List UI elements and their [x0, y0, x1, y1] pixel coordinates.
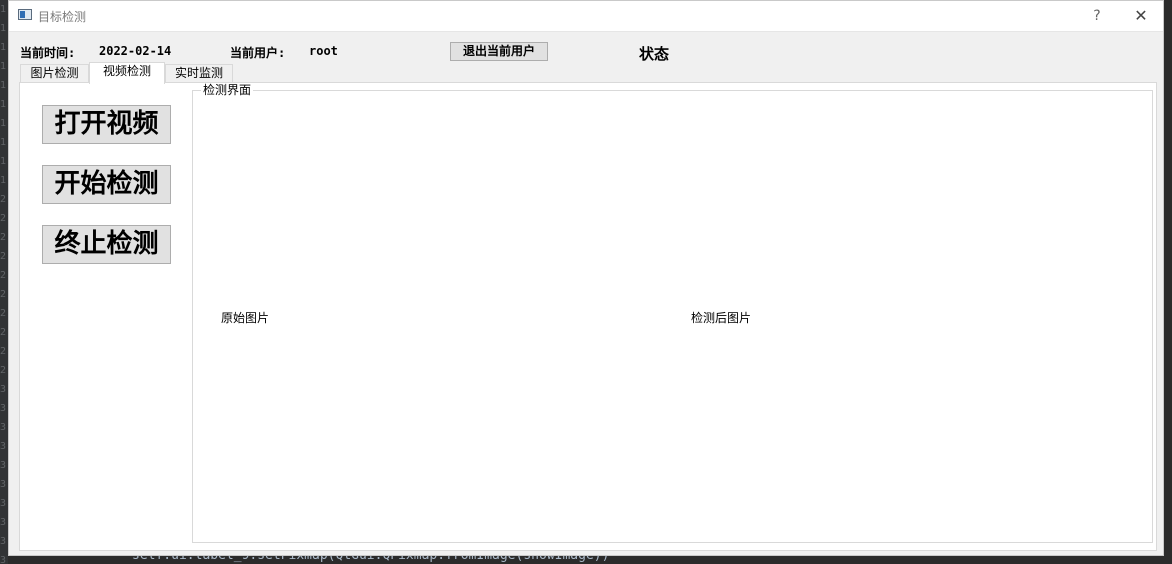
status-label: 状态 — [639, 45, 670, 63]
current-time-label: 当前时间: — [20, 46, 76, 60]
help-icon[interactable]: ? — [1085, 5, 1109, 27]
window-title: 目标检测 — [38, 10, 87, 24]
current-time-value: 2022-02-14 — [99, 44, 172, 58]
tab-image-detection[interactable]: 图片检测 — [20, 64, 89, 83]
editor-gutter: 1111111 1112222 2222223 3333333 33 — [0, 0, 8, 564]
current-user-label: 当前用户: — [230, 46, 286, 60]
tab-realtime-monitoring[interactable]: 实时监测 — [165, 64, 233, 83]
logout-button[interactable]: 退出当前用户 — [450, 42, 548, 61]
start-detection-button[interactable]: 开始检测 — [42, 165, 171, 204]
groupbox-title: 检测界面 — [201, 83, 254, 97]
main-window: 目标检测 ? ✕ 当前时间: 2022-02-14 当前用户: root 退出当… — [8, 0, 1164, 556]
open-video-button[interactable]: 打开视频 — [42, 105, 171, 144]
title-bar[interactable]: 目标检测 ? ✕ — [9, 1, 1163, 32]
close-icon[interactable]: ✕ — [1129, 5, 1153, 27]
original-image-label: 原始图片 — [221, 311, 270, 325]
detection-groupbox: 检测界面 原始图片 检测后图片 — [192, 83, 1153, 543]
tab-video-detection[interactable]: 视频检测 — [89, 62, 165, 84]
video-detection-panel: 打开视频 开始检测 终止检测 检测界面 原始图片 检测后图片 — [19, 82, 1157, 551]
stop-detection-button[interactable]: 终止检测 — [42, 225, 171, 264]
result-image-label: 检测后图片 — [691, 311, 752, 325]
app-window-icon — [18, 9, 32, 20]
current-user-value: root — [309, 44, 338, 58]
